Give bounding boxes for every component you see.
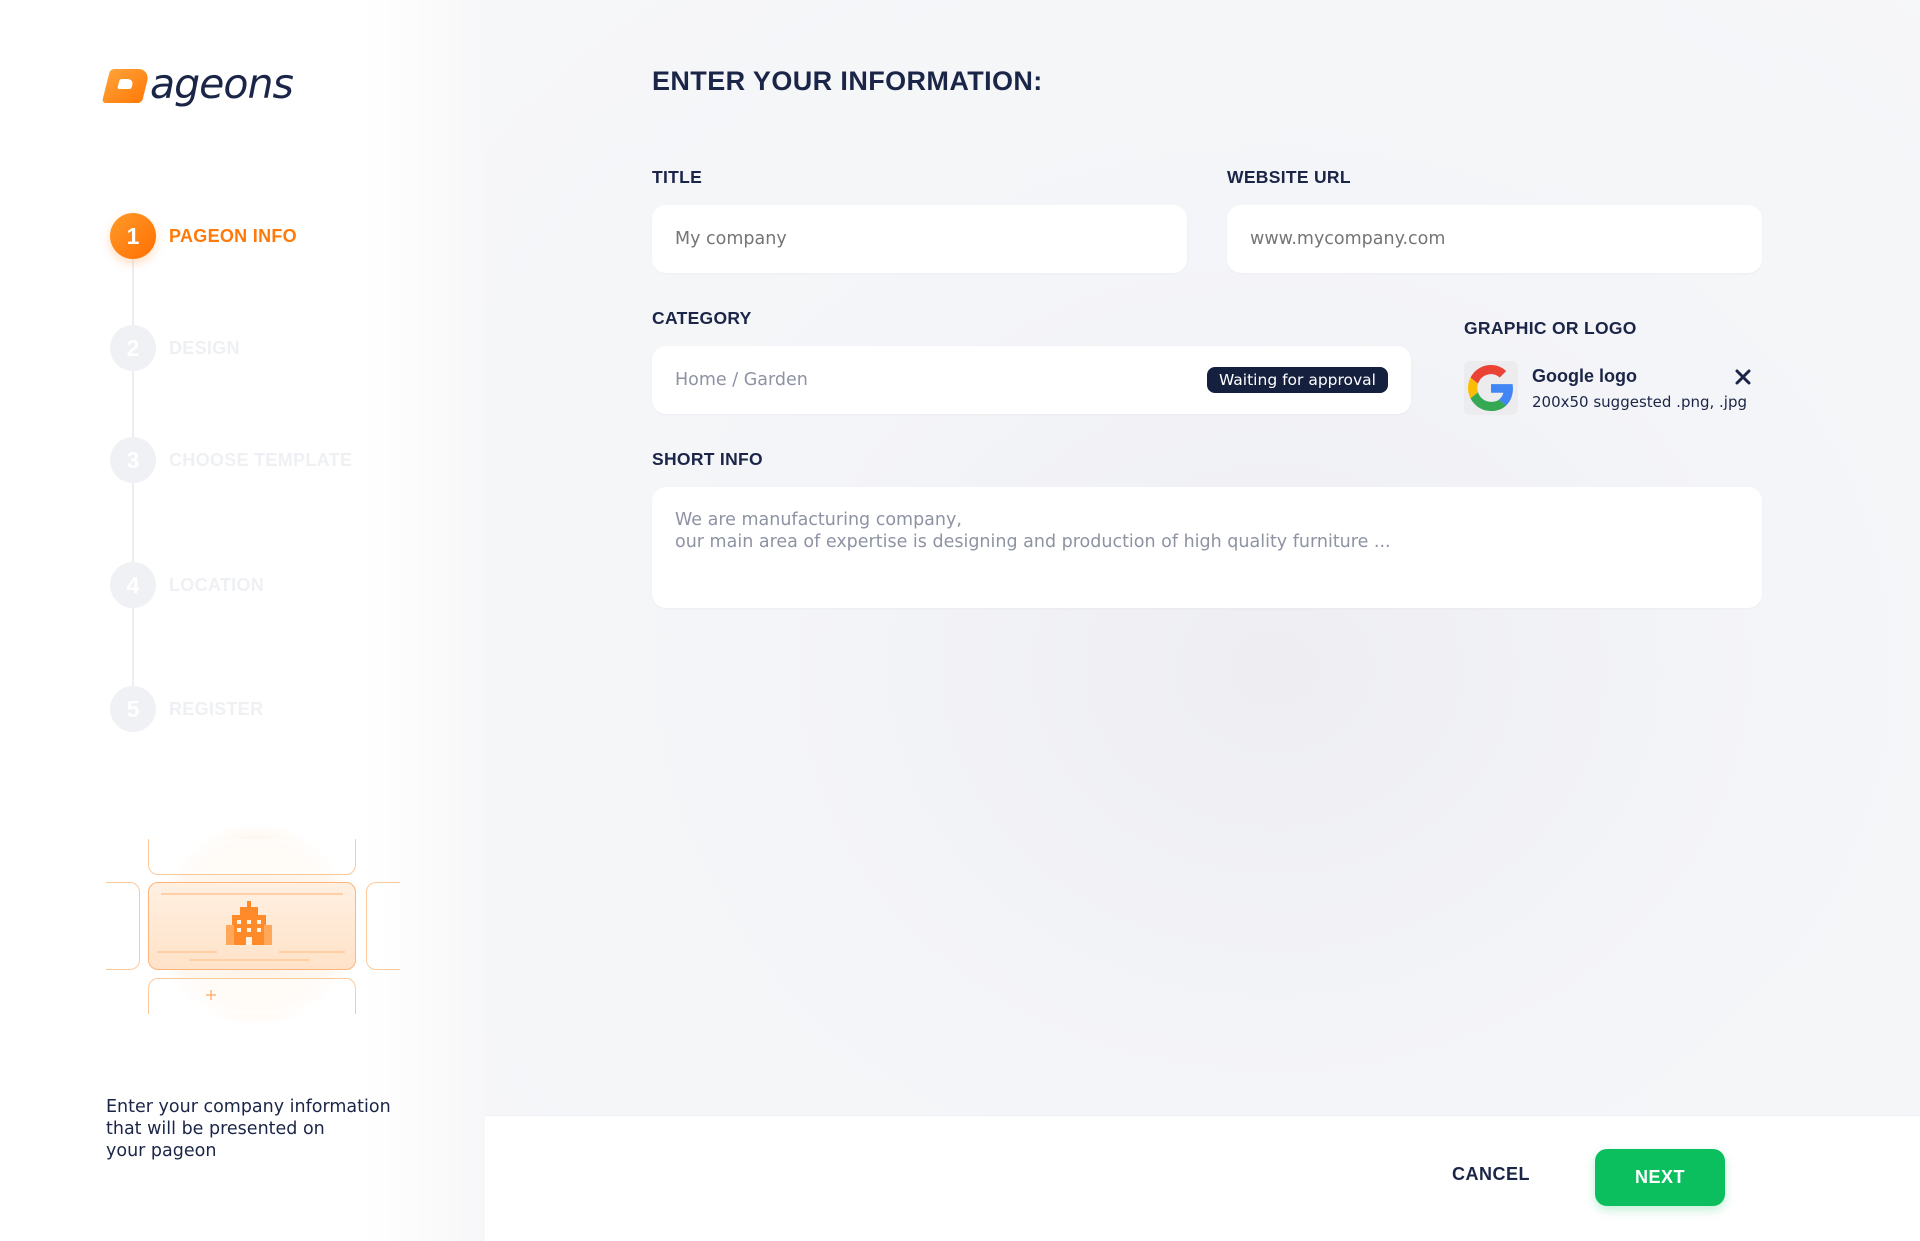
logo-upload-item[interactable]: Google logo 200x50 suggested .png, .jpg (1464, 360, 1764, 416)
step-number-badge: 1 (110, 213, 156, 259)
step-label: LOCATION (169, 574, 265, 595)
illustration-card-left (106, 882, 140, 970)
illustration-line (189, 959, 309, 961)
google-g-icon (1468, 365, 1513, 411)
logo-file-info: Google logo 200x50 suggested .png, .jpg (1532, 366, 1747, 411)
graphic-logo-label: GRAPHIC OR LOGO (1464, 318, 1637, 338)
category-label: CATEGORY (652, 308, 752, 328)
sidebar: ageons 1 PAGEON INFO 2 DESIGN 3 CHOOSE T… (0, 0, 485, 1241)
illustration-line (157, 951, 217, 953)
approval-status-badge: Waiting for approval (1206, 367, 1388, 393)
next-button[interactable]: NEXT (1595, 1149, 1725, 1206)
step-register[interactable]: 5 REGISTER (110, 686, 263, 732)
logo-thumbnail (1464, 361, 1518, 415)
website-url-label: WEBSITE URL (1227, 167, 1351, 187)
step-number-badge: 5 (110, 686, 156, 732)
building-icon (226, 901, 272, 945)
step-location[interactable]: 4 LOCATION (110, 562, 264, 608)
step-label: REGISTER (169, 698, 264, 719)
illustration-card-right (366, 882, 400, 970)
step-design[interactable]: 2 DESIGN (110, 325, 240, 371)
step-number-badge: 2 (110, 325, 156, 371)
category-value: Home / Garden (675, 370, 808, 390)
step-number-badge: 4 (110, 562, 156, 608)
step-label: PAGEON INFO (169, 225, 297, 246)
pageons-logo[interactable]: ageons (101, 60, 294, 108)
illustration-line (161, 893, 343, 895)
page-title: ENTER YOUR INFORMATION: (652, 66, 1043, 96)
title-input[interactable] (652, 205, 1187, 273)
short-info-textarea[interactable]: We are manufacturing company, our main a… (652, 487, 1762, 608)
close-icon (1735, 369, 1751, 385)
wizard-steps: 1 PAGEON INFO 2 DESIGN 3 CHOOSE TEMPLATE… (110, 213, 440, 733)
title-label: TITLE (652, 167, 703, 187)
logo-file-name: Google logo (1532, 365, 1637, 386)
step-number-badge: 3 (110, 437, 156, 483)
footer-bar: CANCEL NEXT (485, 1115, 1920, 1241)
category-select[interactable]: Home / Garden Waiting for approval (652, 346, 1411, 414)
cancel-button[interactable]: CANCEL (1452, 1164, 1530, 1185)
plus-sparkle-icon (206, 990, 216, 1000)
illustration-card-bottom (148, 978, 356, 1014)
website-url-input[interactable] (1227, 205, 1762, 273)
step-pageon-info[interactable]: 1 PAGEON INFO (110, 213, 297, 259)
main-content: ENTER YOUR INFORMATION: TITLE WEBSITE UR… (485, 0, 1920, 1115)
step-choose-template[interactable]: 3 CHOOSE TEMPLATE (110, 437, 352, 483)
app-window: ageons 1 PAGEON INFO 2 DESIGN 3 CHOOSE T… (0, 0, 1920, 1241)
logo-text: ageons (150, 60, 294, 108)
illustration-card-top (148, 839, 356, 875)
illustration-line (279, 951, 345, 953)
building-cards-illustration (106, 825, 406, 1025)
step-label: DESIGN (169, 337, 240, 358)
step-label: CHOOSE TEMPLATE (169, 449, 353, 470)
short-info-label: SHORT INFO (652, 449, 763, 469)
logo-size-hint: 200x50 suggested .png, .jpg (1532, 392, 1748, 411)
remove-logo-button[interactable] (1731, 365, 1755, 389)
logo-mark-icon (101, 69, 151, 103)
sidebar-caption: Enter your company information that will… (106, 1097, 391, 1161)
